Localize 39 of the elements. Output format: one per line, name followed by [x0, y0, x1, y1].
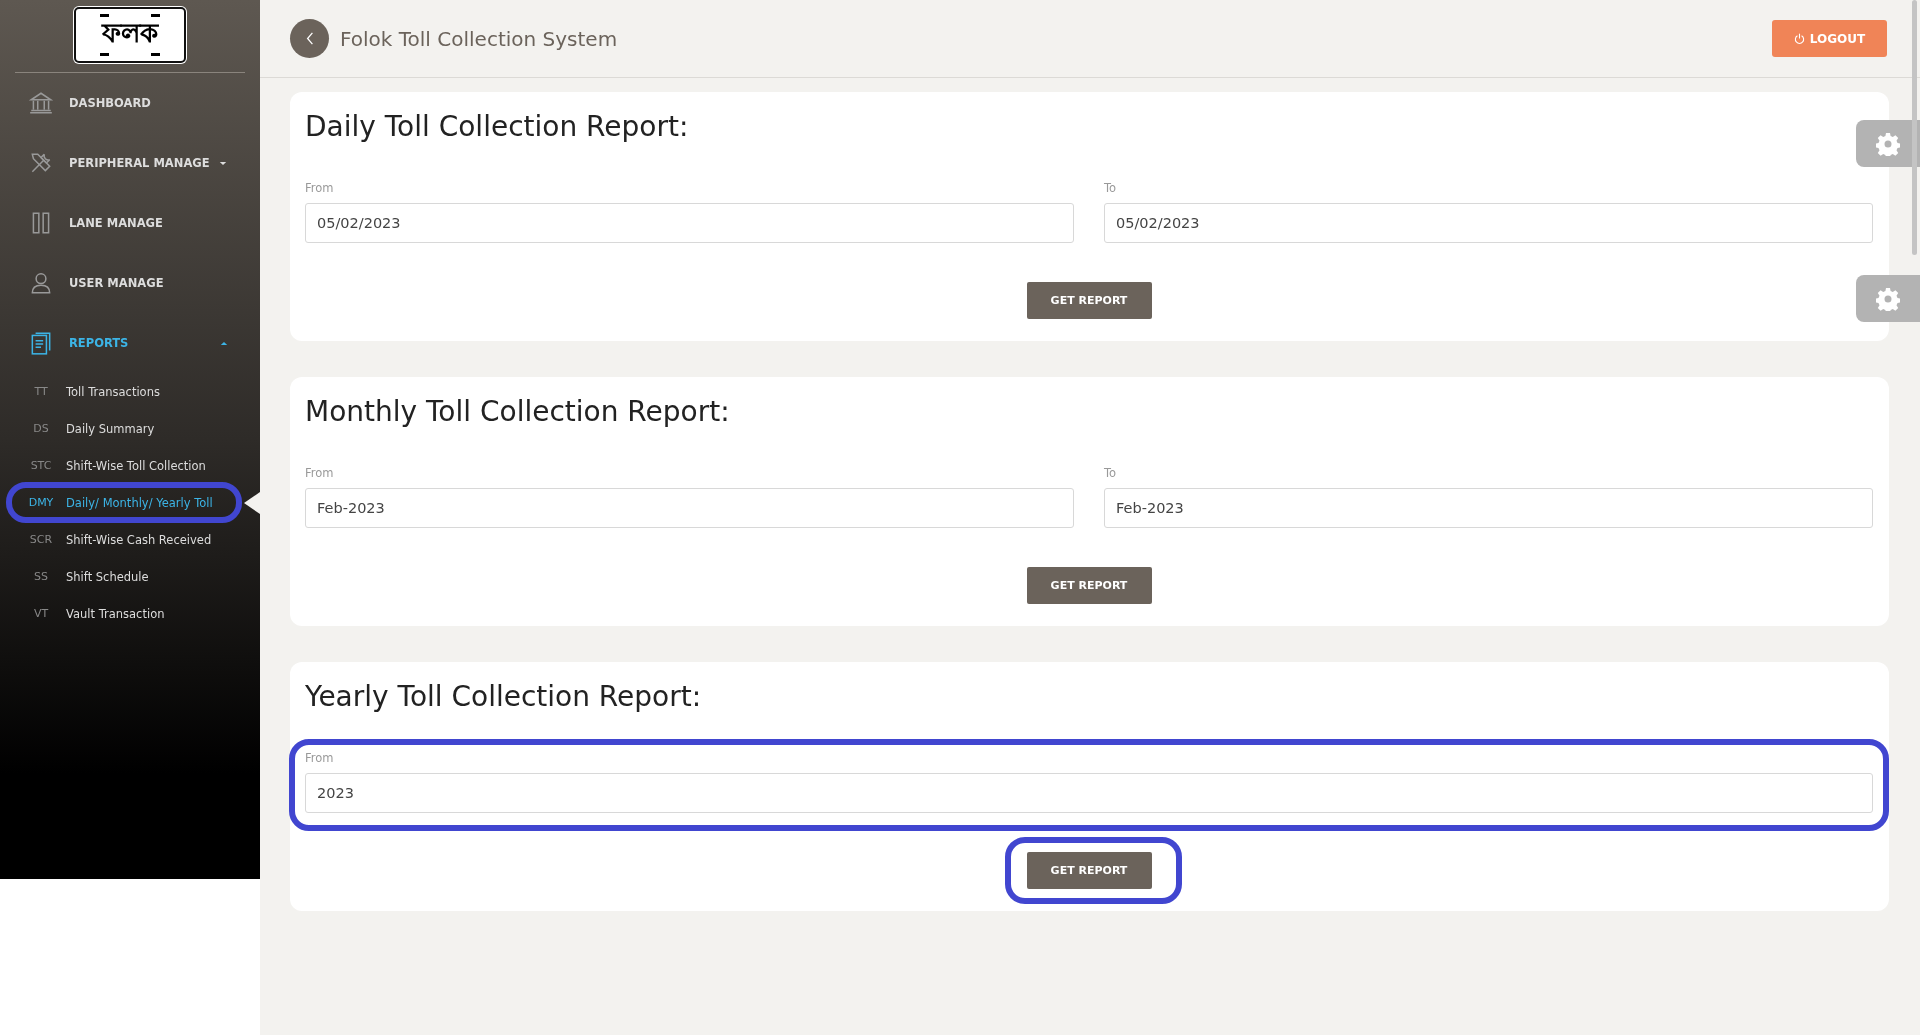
get-report-button[interactable]: GET REPORT: [1026, 282, 1152, 319]
nav-item[interactable]: REPORTS: [0, 313, 260, 373]
card-title: Monthly Toll Collection Report:: [305, 395, 731, 428]
field-label: From: [305, 181, 335, 195]
logo[interactable]: ফলক: [74, 7, 186, 63]
field-label: To: [1104, 181, 1118, 195]
input-field[interactable]: Feb-2023: [305, 488, 1074, 528]
nav-item[interactable]: USER MANAGE: [0, 253, 260, 313]
field-label: To: [1104, 466, 1118, 480]
app-title: Folok Toll Collection System: [340, 26, 618, 51]
settings-icon: [1876, 131, 1900, 156]
back-icon: [305, 32, 314, 45]
submenu-item[interactable]: STC Shift-Wise Toll Collection: [0, 447, 260, 484]
get-report-button[interactable]: GET REPORT: [1026, 852, 1152, 889]
card-title: Yearly Toll Collection Report:: [305, 680, 703, 713]
submenu-item[interactable]: DS Daily Summary: [0, 410, 260, 447]
submenu-item[interactable]: SCR Shift-Wise Cash Received: [0, 521, 260, 558]
input-field[interactable]: 2023: [305, 773, 1873, 813]
input-field[interactable]: Feb-2023: [1104, 488, 1873, 528]
card-title: Daily Toll Collection Report:: [305, 110, 690, 143]
submenu-item[interactable]: TT Toll Transactions: [0, 373, 260, 410]
get-report-button[interactable]: GET REPORT: [1026, 567, 1152, 604]
submenu-item[interactable]: DMY Daily/ Monthly/ Yearly Toll: [0, 484, 260, 521]
nav-item[interactable]: DASHBOARD: [0, 73, 260, 133]
field-label: From: [305, 751, 335, 765]
back-button[interactable]: [290, 19, 329, 58]
submenu-item[interactable]: VT Vault Transaction: [0, 595, 260, 632]
settings-button[interactable]: [1856, 120, 1920, 167]
bank-icon: [28, 90, 54, 116]
nav-item[interactable]: PERIPHERAL MANAGE: [0, 133, 260, 193]
settings-icon: [1876, 286, 1900, 311]
input-field[interactable]: 05/02/2023: [305, 203, 1074, 243]
nav-item[interactable]: LANE MANAGE: [0, 193, 260, 253]
settings-button[interactable]: [1856, 275, 1920, 322]
input-field[interactable]: 05/02/2023: [1104, 203, 1873, 243]
field-label: From: [305, 466, 335, 480]
submenu-item[interactable]: SS Shift Schedule: [0, 558, 260, 595]
power-icon: [1793, 33, 1805, 44]
scrollbar[interactable]: [1912, 0, 1917, 255]
